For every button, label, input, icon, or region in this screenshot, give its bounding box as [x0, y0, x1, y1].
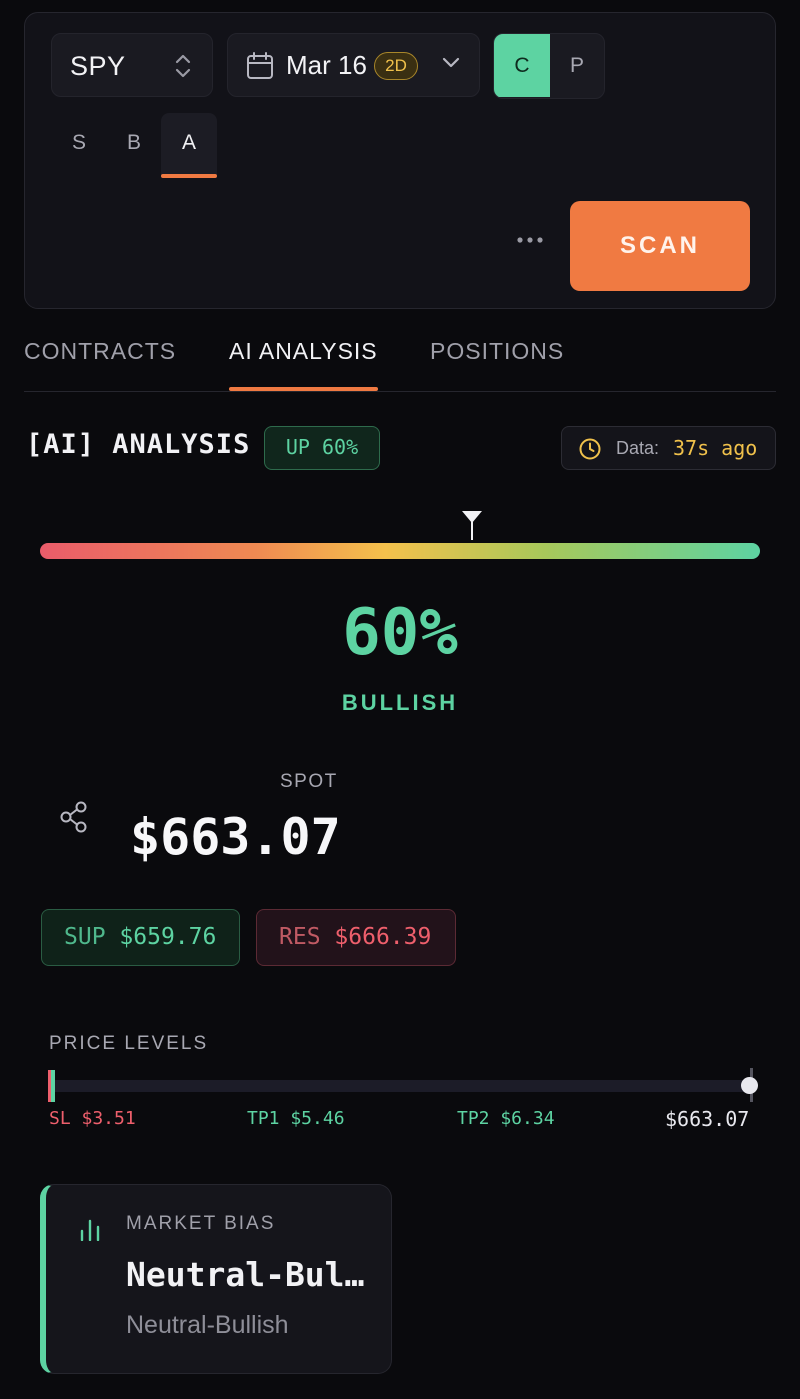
scan-control-panel: SPY Mar 16 2D C P S B A SCAN: [24, 12, 776, 309]
confidence-gauge: [40, 543, 760, 559]
market-bias-subtext: Neutral-Bullish: [126, 1311, 289, 1339]
share-icon[interactable]: [58, 800, 90, 834]
clock-icon: [579, 438, 601, 460]
resistance-badge: RES $666.39: [256, 909, 456, 966]
expiry-date-value: Mar 16: [286, 50, 367, 80]
more-options-icon[interactable]: [515, 235, 545, 245]
calendar-icon: [247, 52, 273, 79]
resistance-label: RES: [279, 924, 321, 950]
resistance-value: $666.39: [334, 924, 432, 950]
take-profit-2-level: TP2 $6.34: [457, 1108, 555, 1129]
data-freshness-badge: Data: 37s ago: [561, 426, 776, 470]
market-bias-label: MARKET BIAS: [126, 1213, 276, 1234]
take-profit-1-level: TP1 $5.46: [247, 1108, 345, 1129]
market-bias-card: MARKET BIAS Neutral-Bullish Neutral-Bull…: [40, 1184, 392, 1374]
data-label: Data:: [616, 438, 660, 458]
mode-tab-s[interactable]: S: [51, 113, 107, 175]
spot-marker: [741, 1077, 758, 1094]
symbol-value: SPY: [70, 51, 126, 81]
support-label: SUP: [64, 924, 106, 950]
analysis-title: [AI] ANALYSIS: [26, 429, 251, 460]
scan-button[interactable]: SCAN: [570, 201, 750, 291]
confidence-value: 60%: [342, 596, 458, 670]
bar-chart-icon: [80, 1219, 100, 1241]
tab-ai-analysis[interactable]: AI ANALYSIS: [229, 338, 378, 391]
stop-loss-level: SL $3.51: [49, 1108, 136, 1129]
price-levels-track: [48, 1080, 752, 1092]
main-tabs: CONTRACTS AI ANALYSIS POSITIONS: [24, 330, 776, 392]
support-badge: SUP $659.76: [41, 909, 240, 966]
call-button[interactable]: C: [494, 34, 550, 97]
tp2-tick: [53, 1070, 55, 1102]
gauge-marker-icon: [462, 511, 482, 540]
direction-badge: UP 60%: [264, 426, 380, 470]
call-put-toggle: C P: [493, 33, 605, 99]
tab-positions[interactable]: POSITIONS: [430, 338, 564, 390]
symbol-select[interactable]: SPY: [51, 33, 213, 97]
spot-price: $663.07: [130, 808, 341, 866]
chevron-down-icon: [442, 57, 460, 68]
spot-level: $663.07: [665, 1107, 750, 1131]
spot-label: SPOT: [280, 771, 338, 792]
mode-tab-b[interactable]: B: [106, 113, 162, 175]
expiry-date-select[interactable]: Mar 16 2D: [227, 33, 480, 97]
support-value: $659.76: [119, 924, 217, 950]
put-button[interactable]: P: [550, 34, 604, 97]
mode-tab-a[interactable]: A: [161, 113, 217, 178]
tab-contracts[interactable]: CONTRACTS: [24, 338, 176, 390]
price-levels-label: PRICE LEVELS: [49, 1033, 209, 1054]
bias-word: BULLISH: [341, 690, 459, 715]
data-age: 37s ago: [673, 436, 758, 460]
updown-chevron-icon: [175, 54, 191, 78]
market-bias-value: Neutral-Bullish: [126, 1255, 376, 1294]
dte-badge: 2D: [374, 52, 418, 80]
